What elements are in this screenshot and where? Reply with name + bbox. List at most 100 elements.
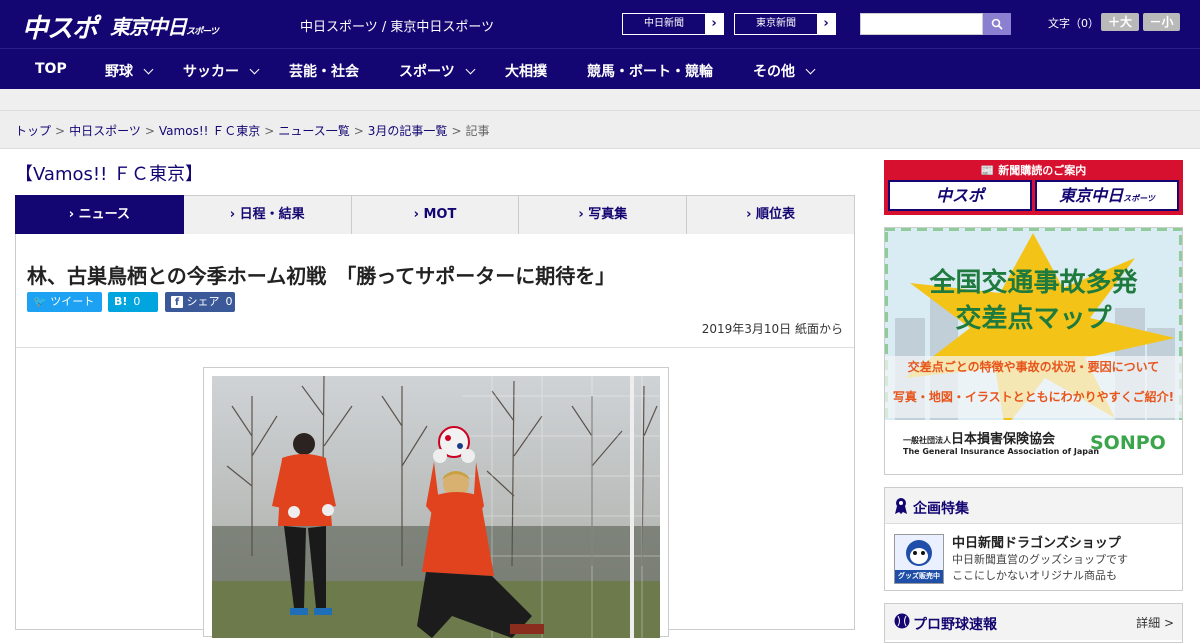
nav-item-sports[interactable]: スポーツ	[399, 61, 476, 81]
goalkeeper-photo	[212, 376, 660, 638]
sonpo-logo: SONPO	[1090, 432, 1166, 454]
search-button[interactable]	[983, 13, 1011, 35]
nav-label: スポーツ	[399, 64, 455, 80]
section-tabs: › ニュース › 日程・結果 › MOT › 写真集 › 順位表	[15, 195, 855, 242]
chevron-down-icon	[143, 64, 154, 74]
tab-prefix-icon: ›	[578, 207, 584, 222]
hatena-icon: B!	[114, 295, 128, 308]
subscribe-chuspo-button[interactable]: 中スポ	[888, 180, 1032, 211]
ribbon-icon	[895, 498, 907, 514]
tab-prefix-icon: ›	[68, 207, 75, 222]
breadcrumb-top[interactable]: トップ	[15, 124, 51, 138]
twitter-icon: 🐦	[33, 295, 47, 308]
nav-item-other[interactable]: その他	[753, 61, 816, 81]
special-features-title: 企画特集	[913, 501, 969, 517]
traffic-ad-line4: 写真・地図・イラストとともにわかりやすくご紹介!	[892, 390, 1175, 404]
subscribe-tokyo-sub: スポーツ	[1123, 194, 1155, 203]
special-features-widget: 企画特集 グッズ販売中 中日新聞ドラゴンズショップ 中日新聞直営のグッズショップ…	[884, 487, 1183, 591]
tokyo-logo-text: 東京中日	[110, 15, 187, 39]
article-dateline: 2019年3月10日 紙面から	[701, 322, 843, 336]
breadcrumb-current: 記事	[465, 124, 490, 138]
chevron-down-icon	[249, 64, 260, 74]
tab-label: 日程・結果	[239, 207, 305, 222]
divider	[16, 347, 854, 348]
tokyo-chunichi-logo[interactable]: 東京中日スポーツ	[110, 11, 219, 40]
traffic-map-ad[interactable]: 全国交通事故多発 交差点マップ 交差点ごとの特徴や事故の状況・要因について 写真…	[884, 227, 1183, 475]
shop-desc-line2: ここにしかないオリジナル商品も	[952, 569, 1117, 582]
breadcrumb-separator: >	[264, 124, 275, 138]
baseball-scores-title: プロ野球速報	[913, 617, 997, 633]
newspaper-icon: 📰	[980, 164, 995, 177]
chevron-right-icon: ›	[705, 14, 723, 34]
breadcrumb-march-list[interactable]: 3月の記事一覧	[368, 124, 448, 138]
tweet-label: ツイート	[50, 295, 95, 308]
facebook-share-button[interactable]: f シェア 0	[165, 292, 235, 312]
nav-item-sumo[interactable]: 大相撲	[505, 61, 547, 81]
subscribe-header: 📰 新聞購読のご案内	[884, 162, 1183, 178]
header-spacer	[0, 89, 1200, 111]
nav-item-soccer[interactable]: サッカー	[183, 61, 260, 81]
baseball-icon	[894, 613, 910, 629]
article: 林、古巣鳥栖との今季ホーム初戦 「勝ってサポーターに期待を」 🐦 ツイート B!…	[15, 234, 855, 638]
section-title[interactable]: 【Vamos!! ＦＣ東京】	[15, 160, 203, 186]
article-photo[interactable]	[212, 376, 660, 638]
chunichi-shimbun-link[interactable]: 中日新聞 ›	[622, 13, 724, 35]
tweet-button[interactable]: 🐦 ツイート	[27, 292, 102, 312]
breadcrumb-separator: >	[55, 124, 66, 138]
chunichi-shimbun-label: 中日新聞	[644, 18, 684, 29]
tokyo-shimbun-link[interactable]: 東京新聞 ›	[734, 13, 836, 35]
tab-label: MOT	[423, 207, 457, 222]
main-nav: TOP 野球 サッカー 芸能・社会 スポーツ 大相撲 競馬・ボート・競輪 その他	[0, 48, 1200, 89]
dragons-shop-link[interactable]: 中日新聞ドラゴンズショップ	[952, 532, 1121, 551]
dragons-shop-thumbnail[interactable]: グッズ販売中	[894, 534, 944, 584]
font-size-label: 文字（0）	[1048, 17, 1099, 30]
nav-label: サッカー	[183, 64, 239, 80]
tab-prefix-icon: ›	[413, 207, 419, 222]
search-input[interactable]	[860, 13, 983, 35]
tab-schedule-results[interactable]: › 日程・結果	[183, 195, 352, 235]
chuspo-logo[interactable]: 中スポ	[22, 8, 98, 45]
facebook-share-label: シェア	[186, 295, 220, 308]
nav-item-baseball[interactable]: 野球	[105, 61, 154, 81]
traffic-ad-line2: 交差点マップ	[955, 304, 1112, 334]
chevron-down-icon	[465, 64, 476, 74]
tokyo-shimbun-label: 東京新聞	[756, 18, 796, 29]
nav-label: 芸能・社会	[289, 64, 359, 80]
facebook-icon: f	[171, 296, 183, 308]
nav-item-top[interactable]: TOP	[35, 61, 67, 77]
breadcrumb-chunichi-sports[interactable]: 中日スポーツ	[69, 124, 141, 138]
hatena-bookmark-button[interactable]: B! 0	[108, 292, 158, 312]
nav-label: 競馬・ボート・競輪	[587, 64, 713, 80]
article-headline: 林、古巣鳥栖との今季ホーム初戦 「勝ってサポーターに期待を」	[27, 264, 616, 288]
tab-label: ニュース	[78, 207, 131, 222]
breadcrumb: トップ > 中日スポーツ > Vamos!! ＦＣ東京 > ニュース一覧 >3月の記事一覧 > 記…	[0, 111, 1200, 149]
nav-item-racing[interactable]: 競馬・ボート・競輪	[587, 61, 713, 81]
tab-standings[interactable]: › 順位表	[687, 195, 855, 235]
dragons-shop-description: 中日新聞直営のグッズショップです ここにしかないオリジナル商品も	[952, 552, 1128, 584]
chevron-down-icon	[805, 64, 816, 74]
font-smaller-button[interactable]: －小	[1143, 13, 1180, 31]
nav-item-entertainment[interactable]: 芸能・社会	[289, 61, 359, 81]
breadcrumb-news-list[interactable]: ニュース一覧	[278, 124, 349, 138]
search-icon	[991, 18, 1003, 30]
breadcrumb-separator: >	[144, 124, 155, 138]
chevron-right-icon: ›	[817, 14, 835, 34]
nav-label: 大相撲	[505, 64, 547, 80]
tab-label: 順位表	[756, 207, 796, 222]
traffic-ad-org-prefix: 一般社団法人	[903, 436, 951, 445]
baseball-detail-link[interactable]: 詳細 >	[1136, 614, 1174, 631]
breadcrumb-separator: >	[353, 124, 364, 138]
tab-prefix-icon: ›	[229, 207, 236, 222]
font-larger-button[interactable]: ＋大	[1101, 13, 1139, 31]
tab-news[interactable]: › ニュース	[15, 195, 184, 242]
nav-label: その他	[753, 64, 795, 80]
tab-photos[interactable]: › 写真集	[519, 195, 688, 235]
traffic-ad-org: 一般社団法人日本損害保険協会	[903, 428, 1055, 447]
breadcrumb-separator: >	[451, 124, 462, 138]
tab-mot[interactable]: › MOT	[351, 195, 520, 235]
subscribe-banner[interactable]: 📰 新聞購読のご案内 中スポ 東京中日スポーツ	[884, 160, 1183, 215]
tab-label: 写真集	[588, 207, 628, 222]
breadcrumb-fc-tokyo[interactable]: Vamos!! ＦＣ東京	[159, 124, 260, 138]
traffic-ad-org-name: 日本損害保険協会	[951, 432, 1056, 447]
subscribe-tokyo-chunichi-button[interactable]: 東京中日スポーツ	[1035, 180, 1179, 211]
